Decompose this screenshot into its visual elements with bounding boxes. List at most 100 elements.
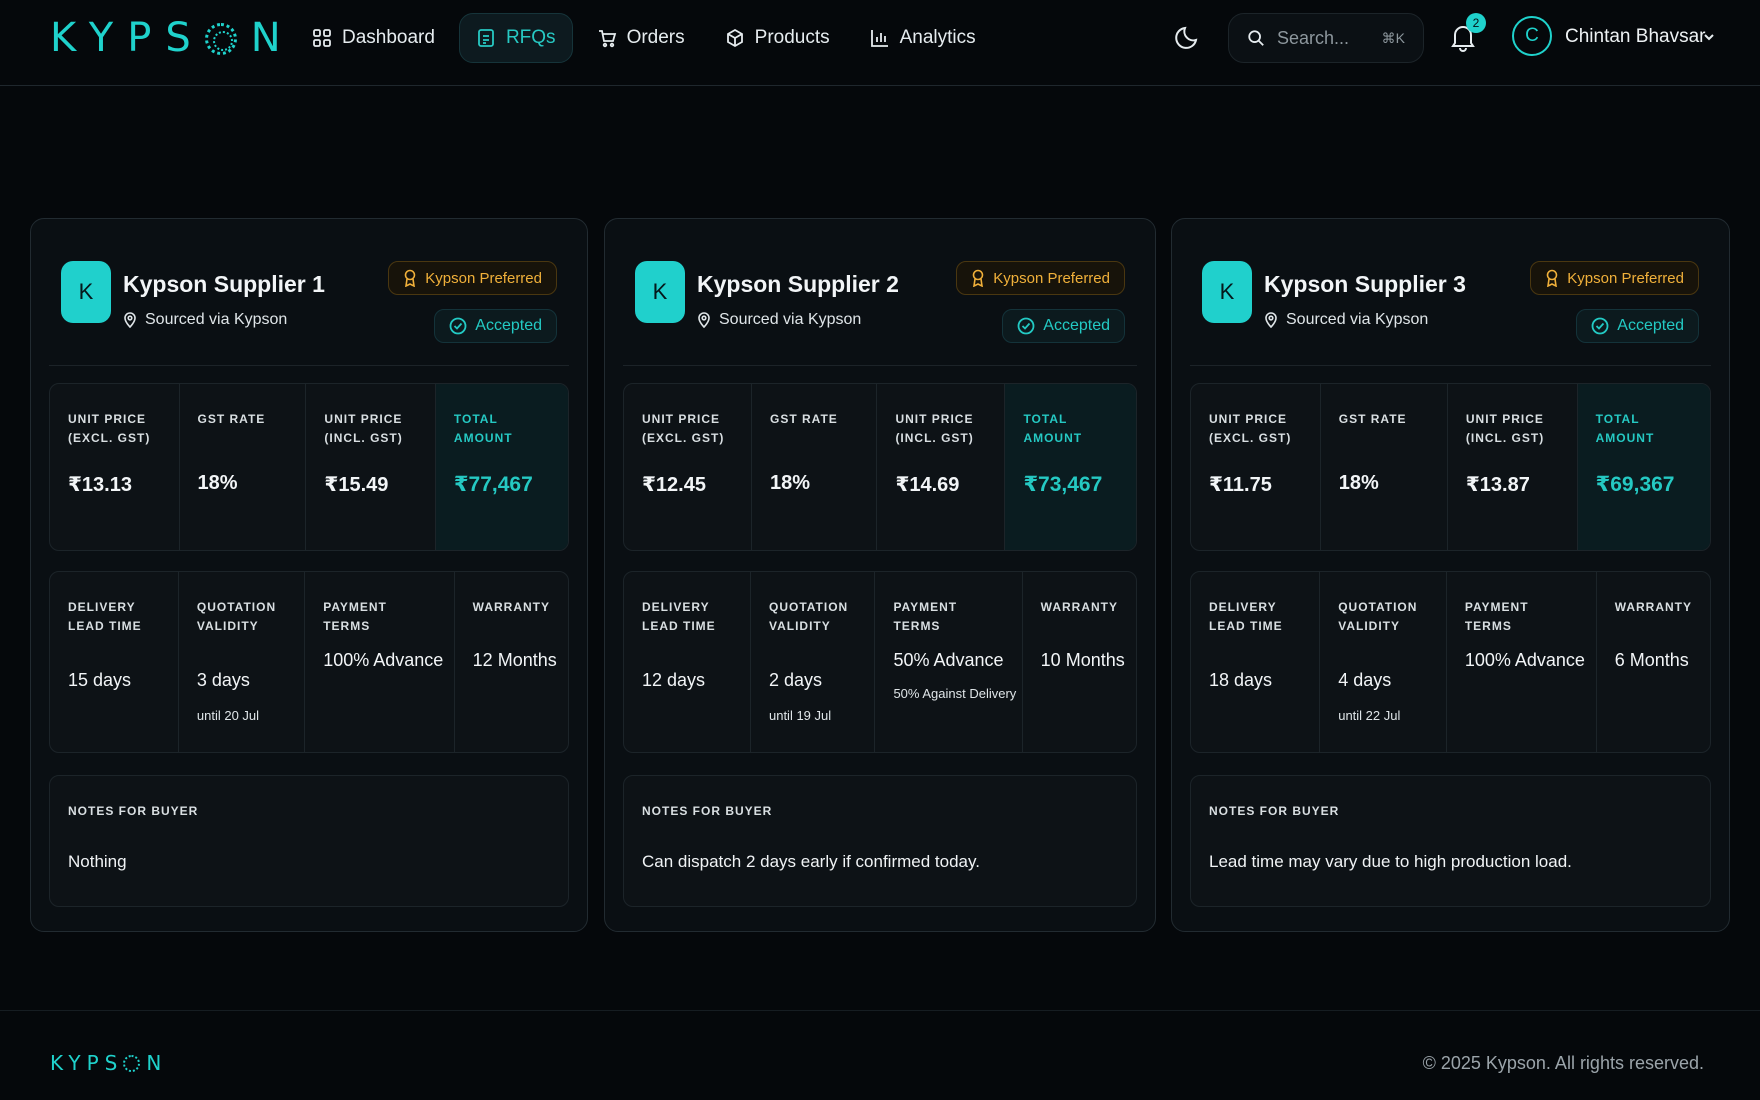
card-header: K Kypson Supplier 2 Sourced via Kypson K… (635, 261, 1125, 361)
check-circle-icon (449, 317, 467, 335)
cell-label: PAYMENT TERMS (893, 600, 958, 633)
search-icon (1248, 30, 1264, 46)
warranty-value: 6 Months (1614, 650, 1689, 670)
cell-label: WARRANTY (1040, 600, 1118, 614)
avatar[interactable]: C (1512, 16, 1552, 56)
supplier-name: Kypson Supplier 2 (697, 271, 899, 297)
cell-label: UNIT PRICE (EXCL. GST) (642, 412, 725, 445)
supplier-avatar: K (61, 261, 111, 323)
supplier-source: Sourced via Kypson (123, 311, 287, 329)
cell-label: GST RATE (197, 412, 266, 426)
status-badge-label: Accepted (1617, 317, 1684, 334)
total-amount-value: ₹77,467 (453, 473, 533, 496)
quotation-validity-value: 2 days (768, 670, 823, 690)
copyright-text: © 2025 Kypson. All rights reserved. (1422, 1053, 1704, 1073)
moon-icon[interactable] (1174, 22, 1204, 52)
pricing-grid: UNIT PRICE (EXCL. GST) ₹11.75 GST RATE 1… (1190, 383, 1711, 551)
cell-label: TOTAL AMOUNT (1595, 412, 1655, 445)
status-badge: Accepted (1002, 309, 1125, 343)
terms-grid: DELIVERY LEAD TIME 15 days QUOTATION VAL… (49, 571, 569, 753)
logo-text-left: KYPS (50, 15, 205, 61)
status-badge: Accepted (1576, 309, 1699, 343)
notes-label: NOTES FOR BUYER (642, 804, 773, 818)
payment-terms-sub: 50% Against Delivery (893, 686, 1017, 701)
supplier-source-text: Sourced via Kypson (1286, 311, 1429, 328)
user-name[interactable]: Chintan Bhavsar (1565, 26, 1705, 48)
warranty-cell: WARRANTY 10 Months (1023, 572, 1136, 752)
delivery-lead-time-value: 15 days (68, 670, 132, 690)
gst-rate-value: 18% (197, 472, 238, 494)
pricing-grid: UNIT PRICE (EXCL. GST) ₹12.45 GST RATE 1… (623, 383, 1137, 551)
supplier-source-text: Sourced via Kypson (145, 311, 288, 328)
gst-rate-cell: GST RATE 18% (180, 384, 307, 550)
cell-label: UNIT PRICE (EXCL. GST) (1209, 412, 1292, 445)
preferred-badge: Kypson Preferred (388, 261, 557, 295)
cell-label: PAYMENT TERMS (1464, 600, 1529, 633)
notes-text: Nothing (68, 852, 127, 871)
status-badge: Accepted (434, 309, 557, 343)
notification-count-badge: 2 (1466, 13, 1486, 33)
supplier-avatar: K (635, 261, 685, 323)
nav-item-dashboard[interactable]: Dashboard (296, 13, 451, 63)
nav-item-label: Dashboard (342, 27, 435, 48)
delivery-lead-time-cell: DELIVERY LEAD TIME 18 days (1191, 572, 1321, 752)
award-icon (404, 269, 416, 287)
unit-price-incl-value: ₹13.87 (1465, 474, 1530, 496)
gst-rate-value: 18% (770, 472, 811, 494)
validity-until-text: until 22 Jul (1338, 708, 1401, 723)
box-icon (726, 28, 743, 48)
grid-icon (313, 29, 331, 47)
notes-label: NOTES FOR BUYER (1209, 804, 1340, 818)
notes-for-buyer: NOTES FOR BUYER Lead time may vary due t… (1190, 775, 1711, 907)
chevron-down-icon[interactable] (1702, 30, 1716, 44)
cell-label: PAYMENT TERMS (323, 600, 387, 633)
nav-item-orders[interactable]: Orders (581, 13, 701, 63)
delivery-lead-time-cell: DELIVERY LEAD TIME 15 days (50, 572, 179, 752)
divider (623, 365, 1137, 366)
pricing-grid: UNIT PRICE (EXCL. GST) ₹13.13 GST RATE 1… (49, 383, 569, 551)
terms-grid: DELIVERY LEAD TIME 12 days QUOTATION VAL… (623, 571, 1137, 753)
cell-label: DELIVERY LEAD TIME (642, 600, 716, 633)
validity-until-text: until 20 Jul (196, 708, 260, 723)
nav-item-products[interactable]: Products (709, 13, 846, 63)
notes-text: Lead time may vary due to high productio… (1209, 852, 1572, 871)
nav-item-analytics[interactable]: Analytics (854, 13, 992, 63)
supplier-name: Kypson Supplier 3 (1264, 271, 1466, 297)
cell-label: GST RATE (770, 412, 838, 426)
total-amount-cell: TOTAL AMOUNT ₹73,467 (1005, 384, 1136, 550)
quotation-validity-value: 3 days (196, 670, 250, 690)
kypson-logo[interactable]: KYPS N (50, 15, 295, 61)
notes-for-buyer: NOTES FOR BUYER Can dispatch 2 days earl… (623, 775, 1137, 907)
payment-terms-cell: PAYMENT TERMS 50% Advance 50% Against De… (875, 572, 1023, 752)
preferred-badge: Kypson Preferred (1530, 261, 1699, 295)
gst-rate-value: 18% (1338, 472, 1379, 494)
cell-label: QUOTATION VALIDITY (1338, 600, 1418, 633)
cell-label: UNIT PRICE (INCL. GST) (1465, 412, 1545, 445)
unit-price-excl-value: ₹12.45 (642, 474, 706, 496)
cart-icon (598, 30, 616, 48)
supplier-source: Sourced via Kypson (1264, 311, 1428, 329)
total-amount-value: ₹69,367 (1595, 473, 1675, 496)
nav-item-label: Analytics (899, 27, 976, 48)
cell-label: UNIT PRICE (EXCL. GST) (68, 412, 151, 445)
warranty-value: 10 Months (1040, 650, 1125, 670)
notes-text: Can dispatch 2 days early if confirmed t… (642, 852, 980, 871)
payment-terms-cell: PAYMENT TERMS 100% Advance (305, 572, 455, 752)
search-box[interactable]: Search... ⌘K (1228, 13, 1424, 63)
supplier-avatar: K (1202, 261, 1252, 323)
footer-logo[interactable]: KYPS N (50, 1051, 167, 1075)
validity-until-text: until 19 Jul (768, 708, 832, 723)
payment-terms-value: 100% Advance (1464, 650, 1585, 670)
logo-sun-icon (123, 1054, 141, 1072)
preferred-badge-label: Kypson Preferred (1567, 269, 1684, 287)
nav-item-label: RFQs (505, 27, 556, 48)
gst-rate-cell: GST RATE 18% (1321, 384, 1448, 550)
nav-item-rfqs[interactable]: RFQs (458, 13, 573, 63)
notes-for-buyer: NOTES FOR BUYER Nothing (49, 775, 569, 907)
card-header: K Kypson Supplier 1 Sourced via Kypson K… (61, 261, 557, 361)
search-shortcut: ⌘K (1381, 29, 1405, 46)
payment-terms-value: 100% Advance (323, 650, 444, 670)
unit-price-incl-value: ₹14.69 (895, 474, 960, 496)
cell-label: GST RATE (1338, 412, 1407, 426)
supplier-quote-card: K Kypson Supplier 3 Sourced via Kypson K… (1171, 218, 1730, 932)
